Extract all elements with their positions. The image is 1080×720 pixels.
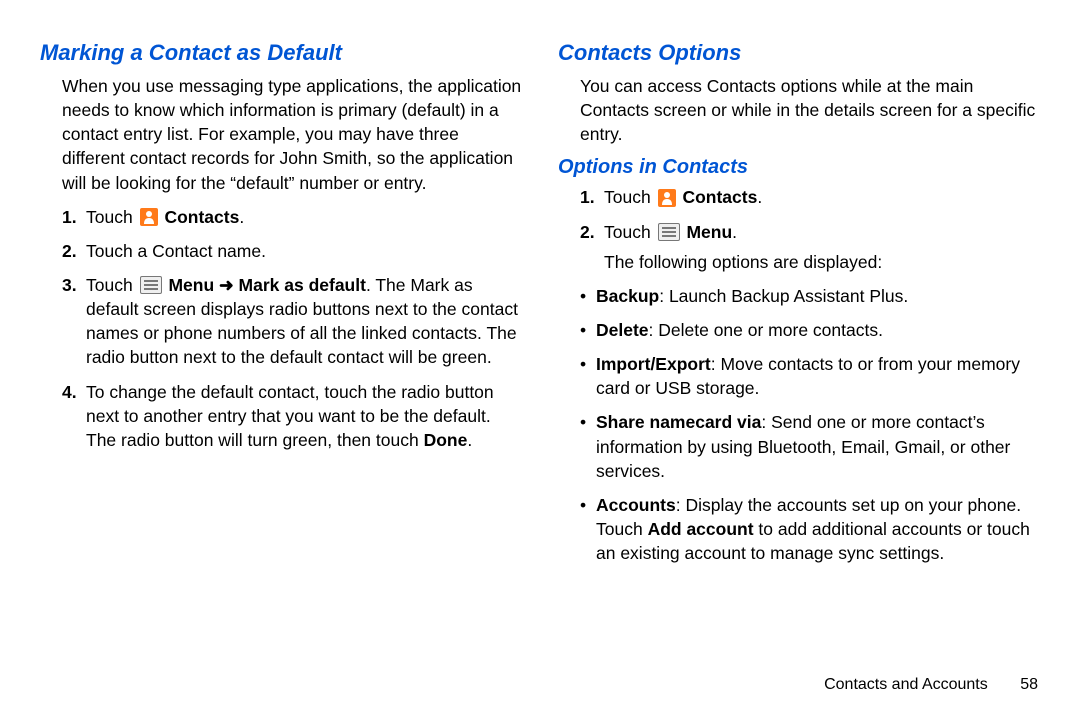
step-number: 3. xyxy=(62,273,77,297)
footer-section: Contacts and Accounts xyxy=(824,676,988,693)
arrow: ➜ xyxy=(214,275,238,295)
step-2: 2. Touch Menu. The following options are… xyxy=(580,220,1040,274)
step-number: 4. xyxy=(62,380,77,404)
steps-left: 1. Touch Contacts. 2. Touch a Contact na… xyxy=(40,205,522,452)
heading-contacts-options: Contacts Options xyxy=(558,40,1040,66)
options-list: Backup: Launch Backup Assistant Plus. De… xyxy=(558,284,1040,565)
step-number: 1. xyxy=(580,185,595,209)
step-4: 4. To change the default contact, touch … xyxy=(62,380,522,452)
contacts-icon xyxy=(658,189,676,207)
add-account-label: Add account xyxy=(648,519,754,539)
option-key: Delete xyxy=(596,320,649,340)
steps-right: 1. Touch Contacts. 2. Touch Menu. The fo… xyxy=(558,185,1040,273)
step-number: 2. xyxy=(62,239,77,263)
option-val: : Delete one or more contacts. xyxy=(649,320,883,340)
list-item: Accounts: Display the accounts set up on… xyxy=(580,493,1040,565)
step-text: Touch xyxy=(86,207,138,227)
step-1: 1. Touch Contacts. xyxy=(62,205,522,229)
option-key: Backup xyxy=(596,286,659,306)
list-item: Import/Export: Move contacts to or from … xyxy=(580,352,1040,400)
list-item: Backup: Launch Backup Assistant Plus. xyxy=(580,284,1040,308)
page: Marking a Contact as Default When you us… xyxy=(0,0,1080,720)
option-key: Accounts xyxy=(596,495,676,515)
menu-label: Menu xyxy=(168,275,214,295)
option-val: : Launch Backup Assistant Plus. xyxy=(659,286,908,306)
step-text: Touch xyxy=(604,187,656,207)
step-text: Touch a Contact name. xyxy=(86,241,266,261)
list-item: Delete: Delete one or more contacts. xyxy=(580,318,1040,342)
step-end: . xyxy=(467,430,472,450)
heading-marking-default: Marking a Contact as Default xyxy=(40,40,522,66)
step-3: 3. Touch Menu ➜ Mark as default. The Mar… xyxy=(62,273,522,370)
step-1: 1. Touch Contacts. xyxy=(580,185,1040,209)
step-2: 2. Touch a Contact name. xyxy=(62,239,522,263)
intro-right: You can access Contacts options while at… xyxy=(558,74,1040,146)
intro-left: When you use messaging type applications… xyxy=(40,74,522,195)
right-column: Contacts Options You can access Contacts… xyxy=(558,40,1040,690)
menu-icon xyxy=(658,223,680,241)
step-text: Touch xyxy=(86,275,138,295)
step-number: 1. xyxy=(62,205,77,229)
step-number: 2. xyxy=(580,220,595,244)
page-number: 58 xyxy=(1020,676,1038,694)
step-text: Touch xyxy=(604,222,656,242)
done-label: Done xyxy=(424,430,468,450)
option-key: Share namecard via xyxy=(596,412,761,432)
contacts-label: Contacts xyxy=(682,187,757,207)
heading-options-in-contacts: Options in Contacts xyxy=(558,156,1040,179)
menu-label: Menu xyxy=(686,222,732,242)
mark-as-default-label: Mark as default xyxy=(239,275,366,295)
contacts-label: Contacts xyxy=(164,207,239,227)
step-end: . xyxy=(732,222,737,242)
page-footer: Contacts and Accounts 58 xyxy=(824,676,1038,694)
contacts-icon xyxy=(140,208,158,226)
option-key: Import/Export xyxy=(596,354,711,374)
left-column: Marking a Contact as Default When you us… xyxy=(40,40,522,690)
step-end: . xyxy=(239,207,244,227)
step-follow: The following options are displayed: xyxy=(604,252,882,272)
step-end: . xyxy=(757,187,762,207)
list-item: Share namecard via: Send one or more con… xyxy=(580,410,1040,482)
menu-icon xyxy=(140,276,162,294)
